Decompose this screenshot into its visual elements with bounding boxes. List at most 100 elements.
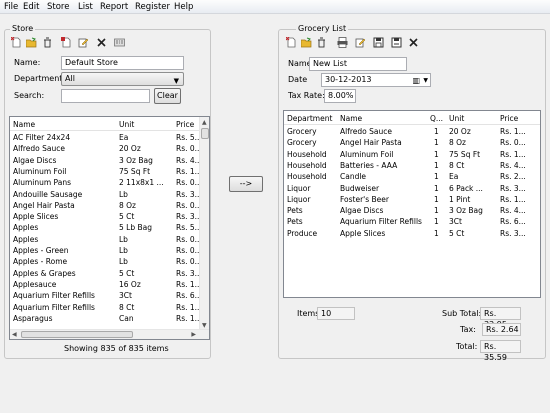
col-price-header[interactable]: Price <box>176 120 194 129</box>
cell-price: Rs. 4... <box>500 160 526 170</box>
col-unit-header[interactable]: Unit <box>119 120 134 129</box>
table-row[interactable]: Apples & Grapes 5 Ct Rs. 3... <box>10 268 209 279</box>
grocery-list-header: Department Name Q... Unit Price <box>284 111 540 125</box>
store-item-list[interactable]: Name Unit Price AC Filter 24x24 Ea Rs. 5..… <box>9 116 210 340</box>
col-name-header[interactable]: Name <box>340 114 362 123</box>
scroll-down-icon[interactable]: ▼ <box>202 322 207 329</box>
menu-file[interactable]: File <box>4 2 18 12</box>
cell-price: Rs. 4... <box>500 206 526 216</box>
subtotal-label: Sub Total: <box>442 309 482 318</box>
store-vertical-scrollbar[interactable]: ▲ ▼ <box>199 117 209 331</box>
table-row[interactable]: Household Aluminum Foil 1 75 Sq Ft Rs. 1... <box>284 149 540 160</box>
calendar-icon[interactable]: ▥ <box>412 75 420 86</box>
save-icon[interactable] <box>373 37 384 48</box>
scroll-left-icon[interactable]: ◀ <box>12 331 17 338</box>
table-row[interactable]: Aluminum Foil 75 Sq Ft Rs. 1... <box>10 166 209 177</box>
scroll-thumb[interactable] <box>201 128 209 139</box>
search-input[interactable] <box>61 89 150 103</box>
cell-price: Rs. 2... <box>500 172 526 182</box>
scroll-up-icon[interactable]: ▲ <box>202 119 207 126</box>
table-row[interactable]: Algae Discs 3 Oz Bag Rs. 4... <box>10 155 209 166</box>
delete-icon[interactable] <box>42 37 53 48</box>
new-red-icon[interactable] <box>61 37 72 48</box>
table-row[interactable]: Alfredo Sauce 20 Oz Rs. 0... <box>10 143 209 154</box>
cell-unit: Lb <box>119 234 128 244</box>
table-row[interactable]: Andouille Sausage Lb Rs. 3... <box>10 189 209 200</box>
table-row[interactable]: Produce Apple Slices 1 5 Ct Rs. 3... <box>284 228 540 239</box>
table-row[interactable]: Apple Slices 5 Ct Rs. 3... <box>10 211 209 222</box>
col-quantity-header[interactable]: Q... <box>430 114 443 123</box>
menu-report[interactable]: Report <box>100 2 128 12</box>
cell-name: Aquarium Filter Refills <box>13 291 95 301</box>
cell-name: Aluminum Foil <box>13 166 67 176</box>
save-as-icon[interactable] <box>391 37 402 48</box>
cell-name: Alfredo Sauce <box>13 144 65 154</box>
cell-unit: Lb <box>119 246 128 255</box>
table-row[interactable]: Grocery Alfredo Sauce 1 20 Oz Rs. 1... <box>284 126 540 137</box>
list-name-field[interactable]: New List <box>309 57 407 71</box>
table-row[interactable]: Aquarium Filter Refills 8 Ct Rs. 1... <box>10 302 209 313</box>
cell-price: Rs. 3... <box>500 183 526 193</box>
table-row[interactable]: Asparagus Can Rs. 1... <box>10 313 209 324</box>
date-label: Date <box>288 75 308 84</box>
open-folder-icon[interactable] <box>26 37 37 48</box>
menu-help[interactable]: Help <box>174 2 193 12</box>
clear-button[interactable]: Clear <box>154 88 181 104</box>
table-row[interactable]: Grocery Angel Hair Pasta 1 8 Oz Rs. 0... <box>284 137 540 148</box>
calculator-icon[interactable] <box>114 37 125 48</box>
col-name-header[interactable]: Name <box>13 120 35 129</box>
table-row[interactable]: AC Filter 24x24 Ea Rs. 5... <box>10 132 209 143</box>
table-row[interactable]: Applesauce 16 Oz Rs. 1... <box>10 279 209 290</box>
table-row[interactable]: Pets Aquarium Filter Refills 1 3Ct Rs. 6... <box>284 216 540 227</box>
table-row[interactable]: Apples Lb Rs. 0... <box>10 234 209 245</box>
cell-unit: 2 11x8x1 ... <box>119 178 164 188</box>
cell-qty: 1 <box>434 149 439 159</box>
menu-list[interactable]: List <box>78 2 93 12</box>
department-select[interactable]: All ▼ <box>61 72 184 86</box>
table-row[interactable]: Aquarium Filter Refills 3Ct Rs. 6... <box>10 290 209 301</box>
h-scroll-thumb[interactable] <box>21 331 133 338</box>
open-folder-icon[interactable] <box>301 37 312 48</box>
table-row[interactable]: Apples - Green Lb Rs. 0... <box>10 245 209 256</box>
menu-register[interactable]: Register <box>135 2 170 12</box>
date-picker[interactable]: 30-12-2013 ▥ ▼ <box>321 73 431 87</box>
table-row[interactable]: Angel Hair Pasta 8 Oz Rs. 0... <box>10 200 209 211</box>
cell-unit: 8 Oz <box>449 138 466 148</box>
cell-name: Budweiser <box>340 183 380 193</box>
department-label: Department: <box>14 74 66 83</box>
table-row[interactable]: Apples 5 Lb Bag Rs. 5... <box>10 222 209 233</box>
print-icon[interactable] <box>337 37 348 48</box>
menu-store[interactable]: Store <box>47 2 69 12</box>
add-to-list-button[interactable]: --> <box>229 176 263 192</box>
new-icon[interactable] <box>11 37 22 48</box>
col-department-header[interactable]: Department <box>287 114 332 123</box>
cell-unit: Ea <box>449 172 459 182</box>
edit-icon[interactable] <box>78 37 89 48</box>
edit-icon[interactable] <box>355 37 366 48</box>
table-row[interactable]: Pets Algae Discs 1 3 Oz Bag Rs. 4... <box>284 205 540 216</box>
table-row[interactable]: Liquor Foster's Beer 1 1 Pint Rs. 1... <box>284 194 540 205</box>
col-price-header[interactable]: Price <box>500 114 518 123</box>
close-x-icon[interactable] <box>408 37 419 48</box>
scroll-right-icon[interactable]: ▶ <box>191 331 196 338</box>
store-horizontal-scrollbar[interactable]: ◀ ▶ <box>10 329 209 339</box>
delete-icon[interactable] <box>316 37 327 48</box>
new-icon[interactable] <box>286 37 297 48</box>
menu-edit[interactable]: Edit <box>23 2 39 12</box>
table-row[interactable]: Household Batteries - AAA 1 8 Ct Rs. 4... <box>284 160 540 171</box>
close-x-icon[interactable] <box>96 37 107 48</box>
chevron-down-icon[interactable]: ▼ <box>423 75 428 86</box>
table-row[interactable]: Aluminum Pans 2 11x8x1 ... Rs. 0... <box>10 177 209 188</box>
tax-rate-field[interactable]: 8.00% <box>324 89 356 103</box>
cell-unit: 5 Ct <box>449 228 465 238</box>
table-row[interactable]: Apples - Rome Lb Rs. 0... <box>10 256 209 267</box>
store-name-field[interactable]: Default Store <box>61 56 184 70</box>
table-row[interactable]: Household Candle 1 Ea Rs. 2... <box>284 171 540 182</box>
cell-name: Apples & Grapes <box>13 268 76 278</box>
col-unit-header[interactable]: Unit <box>449 114 464 123</box>
cell-unit: 5 Lb Bag <box>119 223 152 233</box>
grocery-item-list[interactable]: Department Name Q... Unit Price Grocery A… <box>283 110 541 298</box>
table-row[interactable]: Liquor Budweiser 1 6 Pack ... Rs. 3... <box>284 183 540 194</box>
cell-name: Applesauce <box>13 279 57 289</box>
cell-qty: 1 <box>434 138 439 148</box>
